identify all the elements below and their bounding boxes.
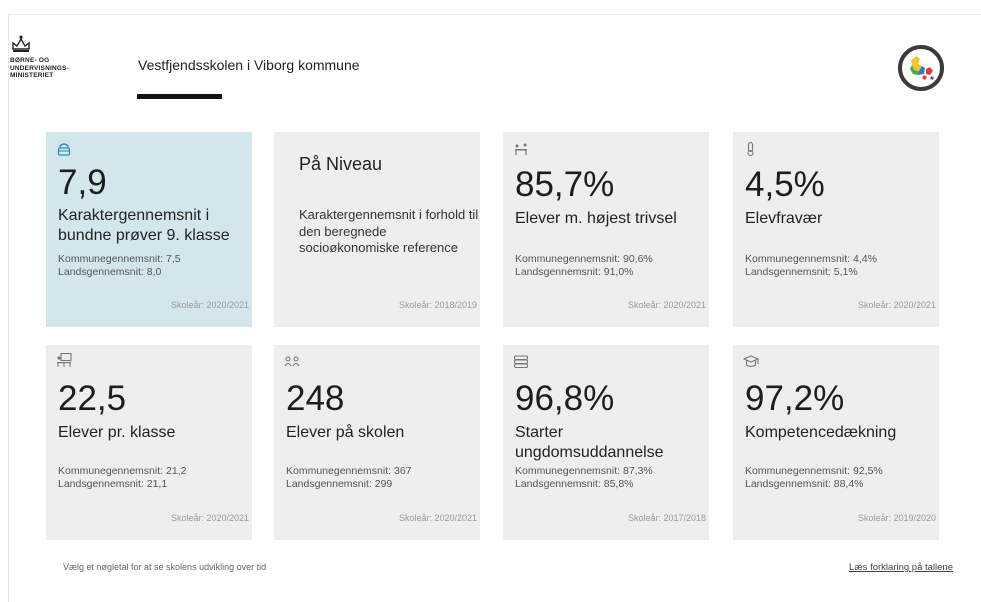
school-year: Skoleår: 2019/2020 (857, 513, 936, 523)
thermometer-icon (747, 142, 754, 156)
card-label: Starter ungdomsuddannelse (515, 424, 664, 461)
card-label: Elever pr. klasse (58, 424, 176, 441)
national-average: Landsgennemsnit: 8,0 (58, 266, 162, 278)
card-averages: Kommunegennemsnit: 4,4% Landsgennemsnit:… (745, 253, 935, 279)
school-year: Skoleår: 2020/2021 (857, 300, 936, 310)
denmark-map-icon[interactable] (897, 44, 945, 92)
card-averages: Kommunegennemsnit: 21,2 Landsgennemsnit:… (58, 465, 248, 491)
card-averages: Kommunegennemsnit: 92,5% Landsgennemsnit… (745, 465, 935, 491)
card-label: Elever på skolen (286, 424, 405, 441)
title-underline (137, 94, 222, 99)
card-averages: Kommunegennemsnit: 7,5 Landsgennemsnit: … (58, 253, 248, 279)
ministry-logo-text: BØRNE- OG UNDERVISNINGS- MINISTERIET (10, 57, 70, 79)
page-title: Vestfjendsskolen i Viborg kommune (138, 57, 360, 73)
card-value: 96,8% (515, 379, 615, 418)
card-kompetencedaekning[interactable]: 97,2% Kompetencedækning Kommunegennemsni… (733, 345, 939, 540)
crown-icon (12, 35, 30, 52)
card-description: Karaktergennemsnit i forhold til den ber… (299, 207, 479, 255)
school-year: Skoleår: 2020/2021 (627, 300, 706, 310)
school-year: Skoleår: 2020/2021 (170, 513, 249, 523)
municipal-average: Kommunegennemsnit: 87,3% (515, 465, 653, 477)
graduation-cap-icon (743, 355, 759, 368)
national-average: Landsgennemsnit: 5,1% (745, 266, 858, 278)
municipal-average: Kommunegennemsnit: 367 (286, 465, 412, 477)
card-ungdomsuddannelse[interactable]: 96,8% Starter ungdomsuddannelse Kommuneg… (503, 345, 709, 540)
card-averages: Kommunegennemsnit: 87,3% Landsgennemsnit… (515, 465, 705, 491)
card-value: 22,5 (58, 379, 127, 418)
national-average: Landsgennemsnit: 85,8% (515, 478, 634, 490)
municipal-average: Kommunegennemsnit: 21,2 (58, 465, 187, 477)
municipal-average: Kommunegennemsnit: 7,5 (58, 253, 181, 265)
card-headline: På Niveau (299, 154, 383, 174)
lock-icon (57, 143, 71, 156)
card-value: 97,2% (745, 379, 845, 418)
card-elevfravaer[interactable]: 4,5% Elevfravær Kommunegennemsnit: 4,4% … (733, 132, 939, 327)
card-karaktergennemsnit[interactable]: 7,9 Karaktergennemsnit i bundne prøver 9… (46, 132, 252, 327)
card-elever-pr-klasse[interactable]: 22,5 Elever pr. klasse Kommunegennemsnit… (46, 345, 252, 540)
municipal-average: Kommunegennemsnit: 4,4% (745, 253, 877, 265)
national-average: Landsgennemsnit: 299 (286, 478, 393, 490)
national-average: Landsgennemsnit: 88,4% (745, 478, 864, 490)
card-paa-niveau[interactable]: På Niveau Karaktergennemsnit i forhold t… (274, 132, 480, 327)
footer-hint: Vælg et nøgletal for at se skolens udvik… (63, 562, 267, 572)
card-value: 248 (286, 379, 345, 418)
card-value: 85,7% (515, 165, 615, 204)
municipal-average: Kommunegennemsnit: 92,5% (745, 465, 883, 477)
card-label: Elevfravær (745, 210, 823, 227)
card-averages: Kommunegennemsnit: 367 Landsgennemsnit: … (286, 465, 476, 491)
classroom-icon (57, 353, 72, 367)
card-elever-paa-skolen[interactable]: 248 Elever på skolen Kommunegennemsnit: … (274, 345, 480, 540)
school-year: Skoleår: 2018/2019 (398, 300, 477, 310)
books-icon (513, 355, 529, 369)
national-average: Landsgennemsnit: 21,1 (58, 478, 168, 490)
card-averages: Kommunegennemsnit: 90,6% Landsgennemsnit… (515, 253, 705, 279)
explanation-link[interactable]: Læs forklaring på tallene (849, 562, 953, 573)
municipal-average: Kommunegennemsnit: 90,6% (515, 253, 653, 265)
school-year: Skoleår: 2020/2021 (398, 513, 477, 523)
card-label: Kompetencedækning (745, 424, 897, 441)
students-desk-icon (515, 143, 527, 155)
card-label: Elever m. højest trivsel (515, 210, 677, 227)
card-value: 7,9 (58, 163, 107, 202)
card-label: Karaktergennemsnit i bundne prøver 9. kl… (58, 207, 230, 244)
card-value: 4,5% (745, 165, 825, 204)
group-icon (284, 356, 300, 367)
school-year: Skoleår: 2020/2021 (170, 300, 249, 310)
school-year: Skoleår: 2017/2018 (627, 513, 706, 523)
card-trivsel[interactable]: 85,7% Elever m. højest trivsel Kommunege… (503, 132, 709, 327)
national-average: Landsgennemsnit: 91,0% (515, 266, 634, 278)
